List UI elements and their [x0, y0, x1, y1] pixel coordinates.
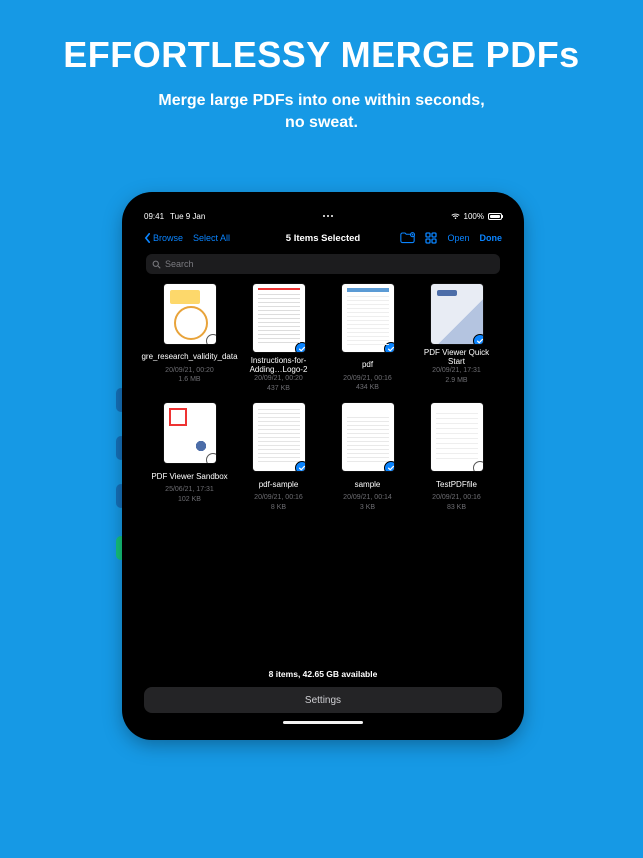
file-date: 20/09/21, 00:16 — [254, 494, 303, 502]
file-item[interactable]: TestPDFfile20/09/21, 00:16 83 KB — [413, 403, 500, 512]
file-size: 1.6 MB — [178, 376, 200, 384]
file-thumbnail — [253, 403, 305, 471]
file-thumbnail — [342, 284, 394, 352]
file-name: pdf-sample — [259, 475, 299, 493]
status-date: Tue 9 Jan — [170, 212, 205, 221]
file-date: 20/09/21, 00:20 — [165, 367, 214, 375]
hero-subtitle: Merge large PDFs into one within seconds… — [0, 90, 643, 133]
search-icon — [152, 260, 161, 269]
file-size: 102 KB — [178, 496, 201, 504]
file-thumbnail — [431, 403, 483, 471]
footer-status: 8 items, 42.65 GB available — [138, 663, 508, 687]
battery-pct: 100% — [464, 212, 484, 221]
wifi-icon — [451, 213, 460, 220]
file-date: 20/09/21, 00:16 — [343, 375, 392, 383]
file-item[interactable]: Instructions-for-Adding…Logo-220/09/21, … — [235, 284, 322, 393]
file-size: 2.9 MB — [445, 377, 467, 385]
nav-bar: Browse Select All 5 Items Selected Open … — [138, 224, 508, 252]
unselected-circle-icon — [206, 453, 216, 463]
file-name: PDF Viewer Sandbox — [151, 467, 227, 485]
file-name: TestPDFfile — [436, 475, 477, 493]
file-size: 434 KB — [356, 384, 379, 392]
selected-checkmark-icon — [473, 334, 483, 344]
file-item[interactable]: pdf-sample20/09/21, 00:16 8 KB — [235, 403, 322, 512]
multitask-dots-icon — [323, 215, 333, 217]
file-name: PDF Viewer Quick Start — [417, 348, 497, 366]
file-thumbnail — [431, 284, 483, 344]
file-item[interactable]: PDF Viewer Quick Start20/09/21, 17:31 2.9… — [413, 284, 500, 393]
ipad-device-frame: 09:41 Tue 9 Jan 100% Browse Select All — [124, 194, 522, 738]
search-input[interactable]: Search — [146, 254, 500, 274]
home-indicator[interactable] — [283, 721, 363, 724]
hero-subtitle-line2: no sweat. — [285, 114, 358, 131]
status-time: 09:41 — [144, 212, 164, 221]
settings-button[interactable]: Settings — [144, 687, 502, 713]
file-date: 20/09/21, 00:14 — [343, 494, 392, 502]
file-date: 20/09/21, 00:16 — [432, 494, 481, 502]
file-date: 25/06/21, 17:31 — [165, 486, 214, 494]
unselected-circle-icon — [473, 461, 483, 471]
hero-subtitle-line1: Merge large PDFs into one within seconds… — [158, 92, 484, 109]
selected-checkmark-icon — [384, 461, 394, 471]
screen: 09:41 Tue 9 Jan 100% Browse Select All — [138, 208, 508, 724]
battery-icon — [488, 213, 502, 220]
nav-title: 5 Items Selected — [138, 233, 508, 244]
file-item[interactable]: PDF Viewer Sandbox25/06/21, 17:31 102 KB — [146, 403, 233, 512]
selected-checkmark-icon — [295, 342, 305, 352]
file-size: 437 KB — [267, 385, 290, 393]
status-bar: 09:41 Tue 9 Jan 100% — [138, 208, 508, 224]
file-size: 8 KB — [271, 504, 286, 512]
file-item[interactable]: pdf20/09/21, 00:16434 KB — [324, 284, 411, 393]
file-thumbnail — [253, 284, 305, 352]
file-name: pdf — [362, 356, 373, 374]
file-thumbnail — [164, 284, 216, 344]
file-grid: gre_research_validity_data20/09/21, 00:2… — [138, 280, 508, 663]
file-item[interactable]: sample20/09/21, 00:14 3 KB — [324, 403, 411, 512]
file-name: gre_research_validity_data — [150, 348, 230, 366]
file-item[interactable]: gre_research_validity_data20/09/21, 00:2… — [146, 284, 233, 393]
file-thumbnail — [342, 403, 394, 471]
selected-checkmark-icon — [384, 342, 394, 352]
file-name: Instructions-for-Adding…Logo-2 — [239, 356, 319, 374]
file-name: sample — [355, 475, 381, 493]
hero-title: EFFORTLESSY MERGE PDFs — [0, 0, 643, 76]
unselected-circle-icon — [206, 334, 216, 344]
selected-checkmark-icon — [295, 461, 305, 471]
file-size: 83 KB — [447, 504, 466, 512]
search-placeholder: Search — [165, 259, 194, 269]
file-date: 20/09/21, 17:31 — [432, 367, 481, 375]
file-date: 20/09/21, 00:20 — [254, 375, 303, 383]
file-size: 3 KB — [360, 504, 375, 512]
file-thumbnail — [164, 403, 216, 463]
